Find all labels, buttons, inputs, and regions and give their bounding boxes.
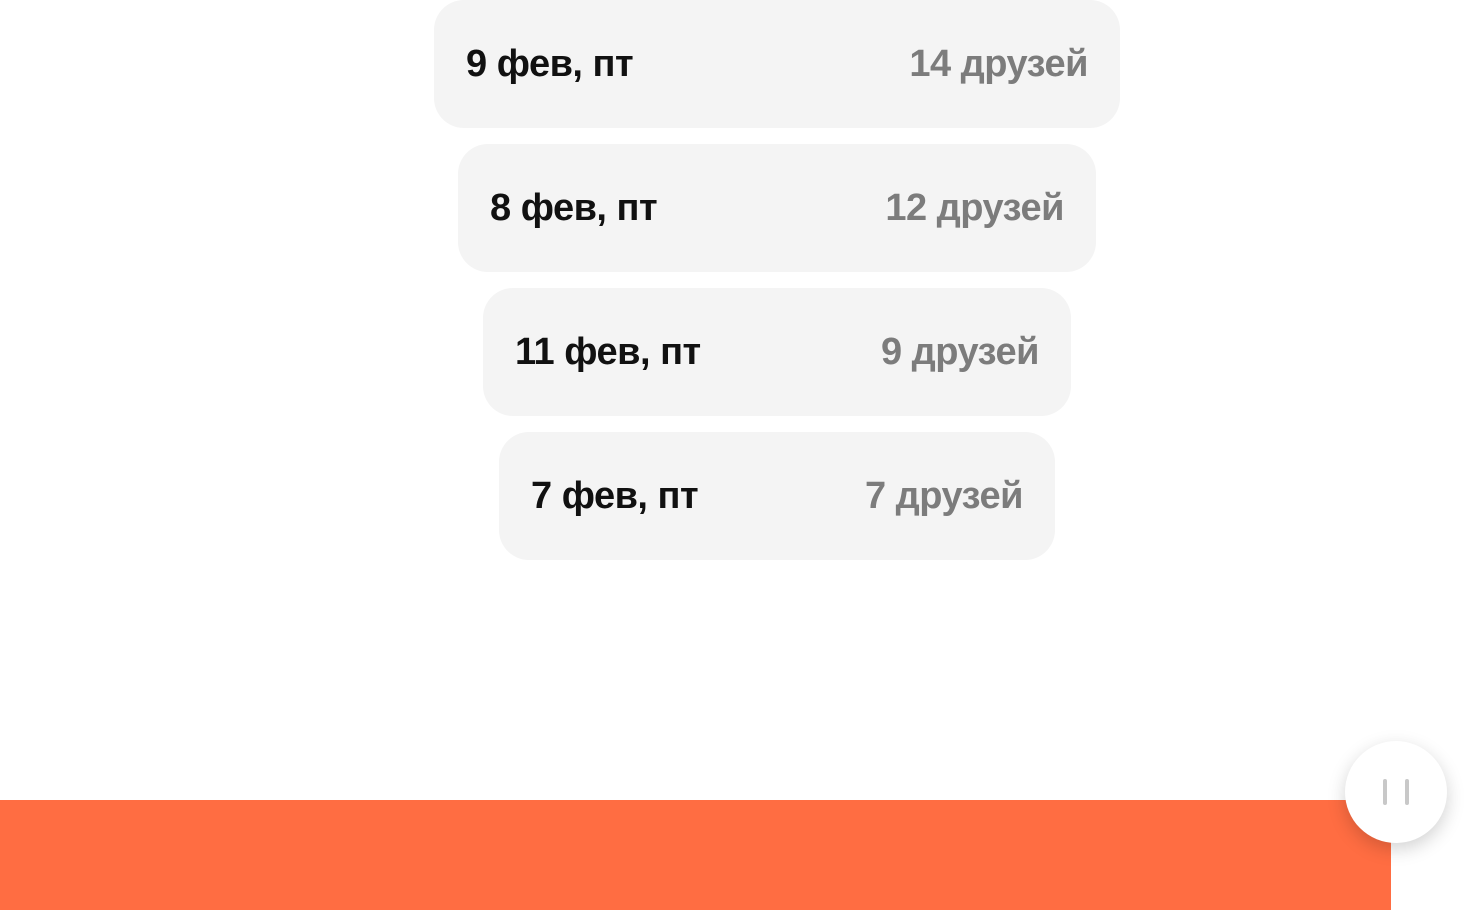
date-card[interactable]: 7 фев, пт 7 друзей [499, 432, 1055, 560]
date-card[interactable]: 11 фев, пт 9 друзей [483, 288, 1071, 416]
friends-count: 9 друзей [880, 330, 1040, 373]
date-label: 11 фев, пт [515, 330, 701, 373]
date-card[interactable]: 8 фев, пт 12 друзей [458, 144, 1096, 272]
bottom-accent-band [0, 800, 1391, 910]
pause-icon [1383, 779, 1409, 805]
date-label: 9 фев, пт [466, 42, 634, 85]
friends-count: 12 друзей [885, 186, 1064, 229]
date-label: 8 фев, пт [490, 186, 658, 229]
stage: 9 фев, пт 14 друзей 8 фев, пт 12 друзей … [0, 0, 1464, 910]
friends-count: 7 друзей [864, 474, 1024, 517]
pause-button[interactable] [1345, 741, 1447, 843]
date-card[interactable]: 9 фев, пт 14 друзей [434, 0, 1120, 128]
date-label: 7 фев, пт [531, 474, 699, 517]
friends-count: 14 друзей [909, 42, 1088, 85]
